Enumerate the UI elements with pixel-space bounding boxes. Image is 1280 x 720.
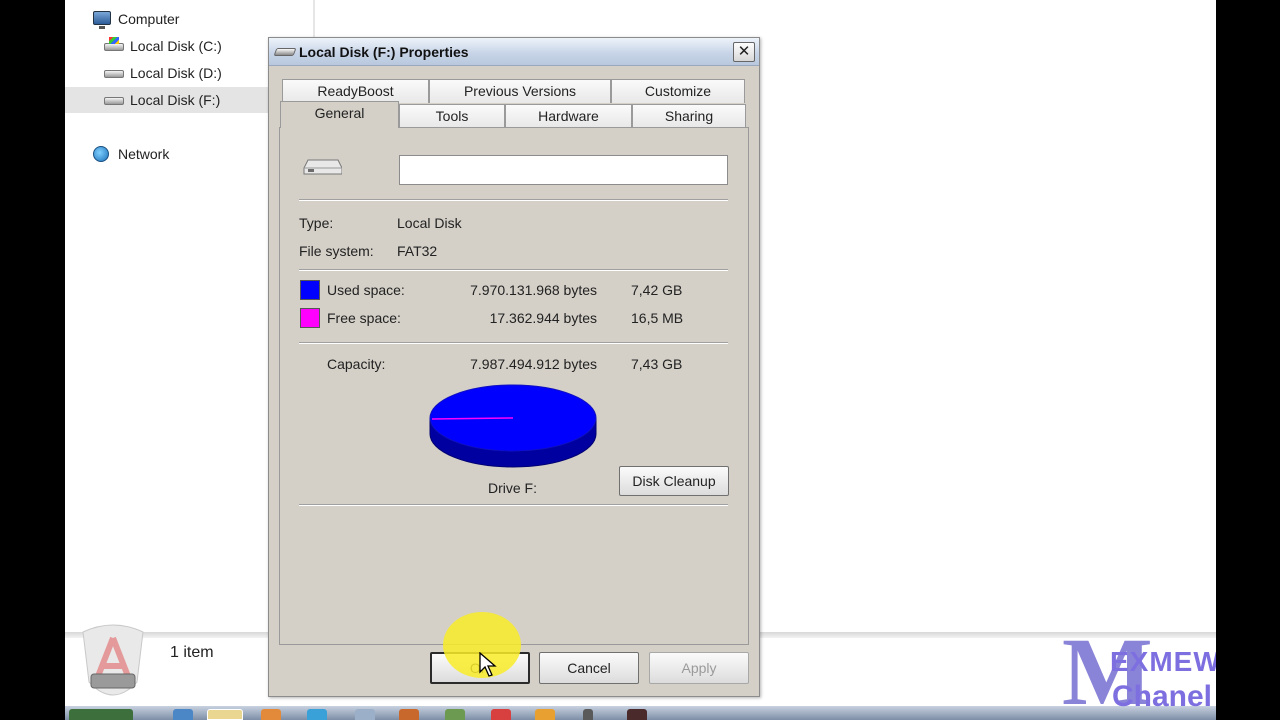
divider bbox=[299, 342, 728, 344]
taskbar-app-icon[interactable] bbox=[627, 709, 647, 720]
disk-usage-pie-chart bbox=[429, 384, 597, 468]
taskbar-explorer-icon[interactable] bbox=[207, 709, 243, 720]
nav-item-label: Local Disk (D:) bbox=[130, 65, 222, 81]
used-space-bytes: 7.970.131.968 bytes bbox=[470, 282, 597, 298]
taskbar-media-icon[interactable] bbox=[261, 709, 281, 720]
drive-icon bbox=[104, 65, 124, 81]
logo-line-1: EXMEW bbox=[1110, 646, 1216, 677]
taskbar-app-icon[interactable] bbox=[583, 709, 593, 720]
tab-previous-versions[interactable]: Previous Versions bbox=[429, 79, 611, 103]
nav-item-label: Network bbox=[118, 146, 170, 162]
taskbar-app-icon[interactable] bbox=[491, 709, 511, 720]
disk-cleanup-button[interactable]: Disk Cleanup bbox=[619, 466, 729, 496]
divider bbox=[299, 199, 728, 201]
taskbar-app-icon[interactable] bbox=[355, 709, 375, 720]
explorer-window: Computer Local Disk (C:) Local Disk (D:)… bbox=[65, 0, 1216, 720]
drive-icon bbox=[104, 92, 124, 108]
network-icon bbox=[92, 146, 112, 162]
properties-dialog: Local Disk (F:) Properties ✕ ReadyBoost … bbox=[268, 37, 760, 697]
free-space-swatch bbox=[300, 308, 320, 328]
used-space-swatch bbox=[300, 280, 320, 300]
file-system-value: FAT32 bbox=[397, 243, 438, 259]
taskbar-app-icon[interactable] bbox=[445, 709, 465, 720]
tab-tools[interactable]: Tools bbox=[399, 104, 505, 128]
hard-drive-icon bbox=[303, 159, 342, 175]
nav-item-label: Local Disk (C:) bbox=[130, 38, 222, 54]
taskbar-app-icon[interactable] bbox=[535, 709, 555, 720]
taskbar bbox=[65, 706, 1216, 720]
taskbar-browser-icon[interactable] bbox=[173, 709, 193, 720]
status-item-count: 1 item bbox=[170, 644, 214, 661]
dialog-title-bar[interactable]: Local Disk (F:) Properties ✕ bbox=[269, 38, 759, 66]
start-button[interactable] bbox=[69, 709, 133, 720]
status-drive-icon bbox=[82, 624, 144, 696]
close-button[interactable]: ✕ bbox=[733, 42, 755, 62]
system-drive-icon bbox=[104, 37, 124, 54]
nav-item-label: Local Disk (F:) bbox=[130, 92, 221, 108]
capacity-bytes: 7.987.494.912 bytes bbox=[470, 356, 597, 372]
dialog-title: Local Disk (F:) Properties bbox=[299, 44, 469, 60]
general-tab-panel: Type: Local Disk File system: FAT32 Used… bbox=[279, 127, 749, 645]
drive-caption: Drive F: bbox=[488, 480, 537, 496]
used-space-size: 7,42 GB bbox=[631, 282, 683, 298]
capacity-label: Capacity: bbox=[327, 356, 386, 372]
ok-button[interactable]: OK bbox=[430, 652, 530, 684]
type-label: Type: bbox=[299, 215, 334, 231]
tab-readyboost[interactable]: ReadyBoost bbox=[282, 79, 429, 103]
capacity-size: 7,43 GB bbox=[631, 356, 683, 372]
taskbar-app-icon[interactable] bbox=[307, 709, 327, 720]
tab-general[interactable]: General bbox=[280, 101, 399, 128]
tab-hardware[interactable]: Hardware bbox=[505, 104, 632, 128]
nav-item-label: Computer bbox=[118, 11, 180, 27]
drive-icon bbox=[273, 48, 297, 56]
used-space-label: Used space: bbox=[327, 282, 405, 298]
channel-watermark-logo: M EXMEW Chanel bbox=[1062, 624, 1216, 720]
apply-button[interactable]: Apply bbox=[649, 652, 749, 684]
logo-line-2: Chanel bbox=[1112, 680, 1213, 713]
tab-customize[interactable]: Customize bbox=[611, 79, 745, 103]
divider bbox=[299, 269, 728, 271]
drive-label-input[interactable] bbox=[399, 155, 728, 185]
free-space-size: 16,5 MB bbox=[631, 310, 684, 326]
tab-sharing[interactable]: Sharing bbox=[632, 104, 746, 128]
computer-icon bbox=[92, 11, 112, 29]
free-space-label: Free space: bbox=[327, 310, 401, 326]
cancel-button[interactable]: Cancel bbox=[539, 652, 639, 684]
file-system-label: File system: bbox=[299, 243, 374, 259]
nav-item-computer[interactable]: Computer bbox=[65, 6, 315, 32]
type-value: Local Disk bbox=[397, 215, 462, 231]
taskbar-clock-icon[interactable] bbox=[399, 709, 419, 720]
free-space-bytes: 17.362.944 bytes bbox=[489, 310, 597, 326]
divider bbox=[299, 504, 728, 506]
